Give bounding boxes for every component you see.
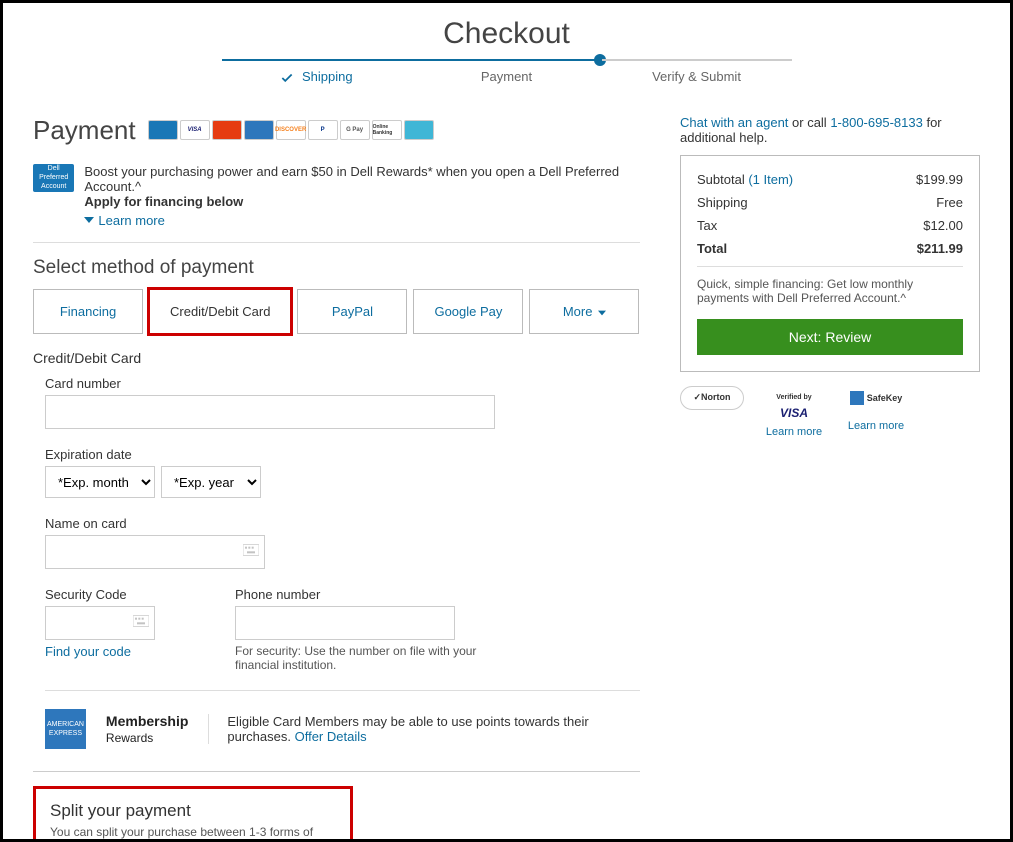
phone-input[interactable] <box>235 606 455 640</box>
tab-more[interactable]: More <box>529 289 639 334</box>
keyboard-icon <box>133 614 149 628</box>
subtotal-label: Subtotal <box>697 172 745 187</box>
split-payment-section: Split your payment You can split your pu… <box>33 786 353 842</box>
tab-google-pay[interactable]: Google Pay <box>413 289 523 334</box>
online-banking-icon: Online Banking <box>372 120 402 140</box>
split-desc: You can split your purchase between 1-3 … <box>50 825 336 842</box>
help-line: Chat with an agent or call 1-800-695-813… <box>680 115 980 145</box>
shipping-value: Free <box>936 195 963 210</box>
learn-more-link[interactable]: Learn more <box>84 213 164 228</box>
caret-down-icon <box>84 215 94 225</box>
security-code-label: Security Code <box>45 587 155 602</box>
promo-apply: Apply for financing below <box>84 194 243 209</box>
divider <box>33 771 640 772</box>
dpa-badge-icon: Dell Preferred Account <box>33 164 74 192</box>
paypal-icon: P <box>308 120 338 140</box>
safekey-learn-more-link[interactable]: Learn more <box>844 420 908 432</box>
payment-method-tabs: Financing Credit/Debit Card PayPal Googl… <box>33 289 640 334</box>
tab-financing[interactable]: Financing <box>33 289 143 334</box>
tax-label: Tax <box>697 218 717 233</box>
discover-icon: DISCOVER <box>276 120 306 140</box>
amex-icon <box>244 120 274 140</box>
shipping-label: Shipping <box>697 195 748 210</box>
select-method-title: Select method of payment <box>33 257 640 279</box>
accepted-cards-row: VISA DISCOVER P G Pay Online Banking <box>148 120 434 140</box>
amex-title: MembershipRewards <box>106 713 188 746</box>
phone-label: Phone number <box>235 587 515 602</box>
finance-note: Quick, simple financing: Get low monthly… <box>697 266 963 305</box>
safekey-icon: SafeKey <box>844 386 908 410</box>
amex-badge-icon: AMERICAN EXPRESS <box>45 709 86 749</box>
find-your-code-link[interactable]: Find your code <box>45 644 155 659</box>
total-label: Total <box>697 241 727 256</box>
chat-with-agent-link[interactable]: Chat with an agent <box>680 115 788 130</box>
extra-card-icon <box>404 120 434 140</box>
financing-promo: Dell Preferred Account Boost your purcha… <box>33 164 640 244</box>
norton-secured-icon: ✓Norton <box>680 386 744 410</box>
name-on-card-input[interactable] <box>45 535 265 569</box>
step-shipping[interactable]: Shipping <box>222 59 412 85</box>
tab-credit-debit[interactable]: Credit/Debit Card <box>149 289 291 334</box>
help-phone-link[interactable]: 1-800-695-8133 <box>830 115 923 130</box>
split-title: Split your payment <box>50 801 336 821</box>
gpay-icon: G Pay <box>340 120 370 140</box>
exp-month-select[interactable]: *Exp. month <box>45 466 155 498</box>
next-review-button[interactable]: Next: Review <box>697 319 963 355</box>
promo-line: Boost your purchasing power and earn $50… <box>84 164 619 194</box>
card-number-input[interactable] <box>45 395 495 429</box>
visa-logo-text: VISA <box>762 406 826 420</box>
trust-badges: ✓Norton Verified by VISA Learn more Safe… <box>680 386 980 438</box>
dpa-icon <box>148 120 178 140</box>
step-payment-label: Payment <box>481 69 532 84</box>
amex-offer-details-link[interactable]: Offer Details <box>295 729 367 744</box>
visa-icon: VISA <box>180 120 210 140</box>
checkout-stepper: Shipping Payment Verify & Submit <box>33 59 980 85</box>
step-verify-label: Verify & Submit <box>652 69 741 84</box>
card-number-label: Card number <box>45 376 640 391</box>
order-summary: Subtotal (1 Item) $199.99 Shipping Free … <box>680 155 980 372</box>
card-form-title: Credit/Debit Card <box>33 350 640 366</box>
check-icon <box>280 71 294 85</box>
visa-learn-more-link[interactable]: Learn more <box>762 426 826 438</box>
tab-paypal[interactable]: PayPal <box>297 289 407 334</box>
item-count-link[interactable]: (1 Item) <box>748 172 793 187</box>
total-value: $211.99 <box>917 241 963 256</box>
name-on-card-label: Name on card <box>45 516 640 531</box>
tax-value: $12.00 <box>923 218 963 233</box>
step-verify[interactable]: Verify & Submit <box>602 59 792 85</box>
expiration-label: Expiration date <box>45 447 640 462</box>
step-shipping-label: Shipping <box>302 69 353 84</box>
phone-help-text: For security: Use the number on file wit… <box>235 644 515 672</box>
amex-rewards-promo: AMERICAN EXPRESS MembershipRewards Eligi… <box>45 690 640 749</box>
payment-heading: Payment <box>33 115 136 146</box>
amex-text: Eligible Card Members may be able to use… <box>227 714 588 744</box>
subtotal-value: $199.99 <box>916 172 963 187</box>
page-title: Checkout <box>33 17 980 51</box>
caret-down-icon <box>598 309 606 317</box>
keyboard-icon <box>243 543 259 557</box>
step-payment[interactable]: Payment <box>412 59 602 85</box>
exp-year-select[interactable]: *Exp. year <box>161 466 261 498</box>
mastercard-icon <box>212 120 242 140</box>
